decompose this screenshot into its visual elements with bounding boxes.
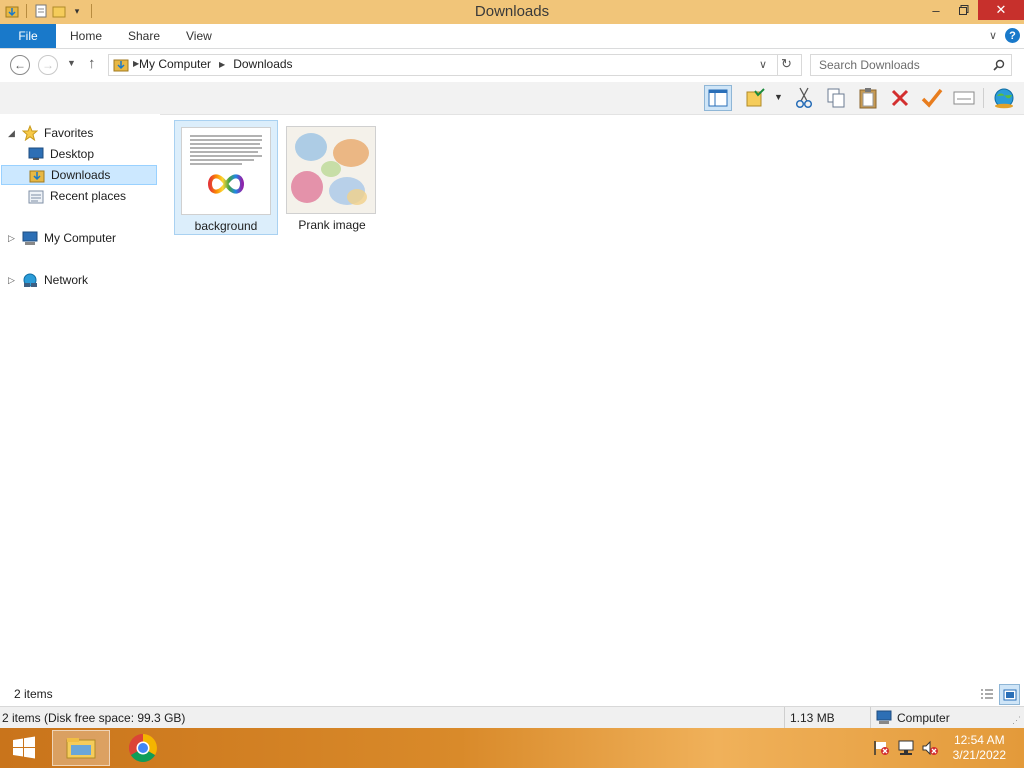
breadcrumb-downloads[interactable]: Downloads xyxy=(233,57,292,71)
properties-button[interactable] xyxy=(950,85,978,111)
nav-favorites-label: Favorites xyxy=(44,126,94,140)
large-icons-view-icon xyxy=(1003,689,1016,700)
back-button[interactable]: ← xyxy=(10,55,30,75)
selection-size: 1.13 MB xyxy=(790,711,835,725)
windows-logo-icon xyxy=(13,736,35,759)
help-icon[interactable]: ? xyxy=(1005,28,1020,43)
preview-pane-button[interactable] xyxy=(704,85,732,111)
volume-muted-icon[interactable] xyxy=(921,740,939,759)
tab-home[interactable]: Home xyxy=(70,29,102,43)
star-icon xyxy=(22,125,38,141)
details-view-button[interactable] xyxy=(977,684,997,704)
nav-downloads[interactable]: Downloads xyxy=(1,165,157,185)
nav-network[interactable]: ▷ Network xyxy=(8,270,88,290)
breadcrumb-my-computer[interactable]: My Computer xyxy=(139,57,211,71)
rename-checkmark-icon[interactable] xyxy=(918,85,946,111)
tab-file[interactable]: File xyxy=(0,24,56,48)
address-bar[interactable]: ▶ My Computer ▶ Downloads ∨ ↻ xyxy=(108,54,802,76)
chevron-right-icon[interactable]: ▶ xyxy=(219,60,225,69)
nav-network-label: Network xyxy=(44,273,89,287)
file-item-background[interactable]: background xyxy=(174,120,278,235)
navigation-bar: ← → ▼ ↑ ▶ My Computer ▶ Downloads ∨ ↻ Se… xyxy=(0,49,1024,81)
search-icon[interactable] xyxy=(993,59,1005,71)
image-thumbnail xyxy=(286,126,376,214)
recent-locations-icon[interactable]: ▼ xyxy=(67,58,76,68)
file-explorer-icon xyxy=(66,738,96,759)
copy-icon[interactable] xyxy=(822,85,850,111)
delete-icon[interactable] xyxy=(886,85,914,111)
collapsed-arrow-icon[interactable]: ▷ xyxy=(8,233,16,244)
network-status-icon[interactable] xyxy=(897,740,915,759)
start-button[interactable] xyxy=(6,730,42,766)
taskbar-file-explorer[interactable] xyxy=(52,730,110,766)
command-toolbar: ▼ xyxy=(0,82,1024,115)
select-folder-button[interactable] xyxy=(742,85,770,111)
item-count: 2 items xyxy=(14,687,53,701)
nav-my-computer[interactable]: ▷ My Computer xyxy=(8,228,116,248)
paste-icon[interactable] xyxy=(854,85,882,111)
clock-date: 3/21/2022 xyxy=(952,748,1006,762)
file-item-prank-image[interactable]: Prank image xyxy=(280,120,384,235)
search-input[interactable]: Search Downloads xyxy=(810,54,1012,76)
collapsed-arrow-icon[interactable]: ▷ xyxy=(8,275,16,286)
globe-icon[interactable] xyxy=(990,85,1018,111)
restore-button[interactable] xyxy=(950,0,978,20)
navigation-pane: ◢ Favorites Desktop Downloads Recent pla… xyxy=(0,114,160,684)
taskbar-chrome[interactable] xyxy=(120,730,166,766)
taskbar: 12:54 AM 3/21/2022 xyxy=(0,728,1024,768)
tab-view[interactable]: View xyxy=(186,29,212,43)
downloads-folder-icon xyxy=(113,57,129,75)
title-bar: ▾ Downloads – ✕ xyxy=(0,0,1024,24)
large-icons-view-button[interactable] xyxy=(999,684,1020,705)
action-center-flag-icon[interactable] xyxy=(872,740,890,759)
clock[interactable]: 12:54 AM 3/21/2022 xyxy=(953,733,1006,763)
search-placeholder: Search Downloads xyxy=(819,58,920,72)
minimize-button[interactable]: – xyxy=(922,0,950,20)
computer-icon xyxy=(22,231,38,245)
computer-icon xyxy=(876,710,892,724)
disk-space-text: 2 items (Disk free space: 99.3 GB) xyxy=(2,711,186,725)
ribbon: File Home Share View ∨ ? xyxy=(0,24,1024,49)
nav-recent-places[interactable]: Recent places xyxy=(28,186,126,206)
desktop-icon xyxy=(28,147,44,160)
nav-favorites[interactable]: ◢ Favorites xyxy=(8,123,93,143)
address-dropdown-icon[interactable]: ∨ xyxy=(759,58,767,71)
downloads-folder-icon xyxy=(29,170,45,182)
dropdown-icon[interactable]: ▼ xyxy=(774,92,783,102)
expand-ribbon-icon[interactable]: ∨ xyxy=(989,29,997,42)
file-name: Prank image xyxy=(298,218,366,232)
tab-share[interactable]: Share xyxy=(128,29,160,43)
recent-places-icon xyxy=(28,190,44,203)
network-icon xyxy=(23,273,37,287)
close-button[interactable]: ✕ xyxy=(978,0,1024,20)
nav-desktop-label: Desktop xyxy=(50,147,95,161)
nav-my-computer-label: My Computer xyxy=(44,231,117,245)
file-name: background xyxy=(194,219,258,233)
clock-time: 12:54 AM xyxy=(953,733,1005,747)
details-status-bar: 2 items (Disk free space: 99.3 GB) 1.13 … xyxy=(0,706,1024,729)
window-title: Downloads xyxy=(474,3,550,20)
nav-downloads-label: Downloads xyxy=(51,168,111,182)
cut-icon[interactable] xyxy=(790,85,818,111)
chrome-icon xyxy=(129,734,157,762)
up-arrow-icon[interactable]: ↑ xyxy=(88,55,96,72)
forward-button[interactable]: → xyxy=(38,55,58,75)
nav-recent-label: Recent places xyxy=(50,189,127,203)
nav-desktop[interactable]: Desktop xyxy=(28,144,94,164)
document-thumbnail xyxy=(181,127,271,215)
details-view-icon xyxy=(981,689,993,699)
refresh-icon[interactable]: ↻ xyxy=(781,56,792,72)
expanded-arrow-icon[interactable]: ◢ xyxy=(8,128,16,139)
resize-grip-icon[interactable]: ⋰ xyxy=(1012,715,1021,726)
status-bar: 2 items xyxy=(0,684,1024,706)
location-text: Computer xyxy=(897,711,950,725)
